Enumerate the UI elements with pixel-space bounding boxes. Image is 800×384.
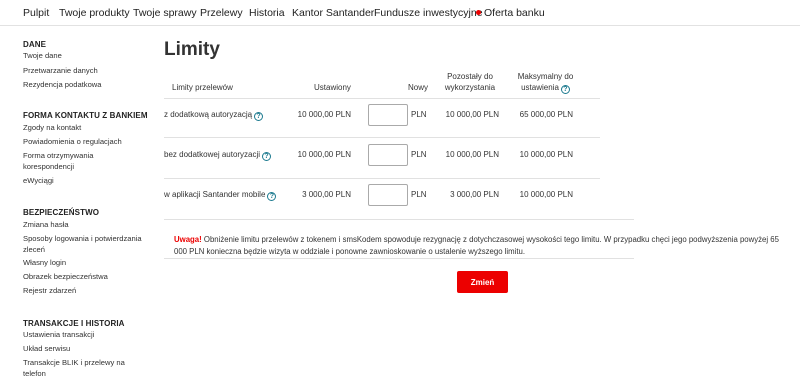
- sidebar-item-twoje-dane[interactable]: Twoje dane: [23, 51, 153, 62]
- nav-twoje-produkty[interactable]: Twoje produkty: [59, 7, 130, 19]
- main-content: Limity Limity przelewów Ustawiony Nowy P…: [150, 27, 800, 384]
- sidebar-item-obrazek-bezpieczenstwa[interactable]: Obrazek bezpieczeństwa: [23, 272, 153, 283]
- col-header-limit: Limity przelewów: [172, 83, 233, 92]
- sidebar: DANE Twoje dane Przetwarzanie danych Rez…: [0, 27, 150, 384]
- sidebar-item-wlasny-login[interactable]: Własny login: [23, 258, 153, 269]
- table-divider: [164, 258, 634, 259]
- row-remaining-value: 10 000,00 PLN: [445, 110, 499, 119]
- sidebar-heading-forma-kontaktu: FORMA KONTAKTU Z BANKIEM: [23, 111, 148, 120]
- sidebar-item-rezydencja-podatkowa[interactable]: Rezydencja podatkowa: [23, 80, 153, 91]
- currency-label: PLN: [411, 110, 427, 119]
- nav-oferta-banku-label: Oferta banku: [484, 7, 545, 19]
- warning-text: Obniżenie limitu przelewów z tokenem i s…: [174, 235, 779, 256]
- sidebar-heading-bezpieczenstwo: BEZPIECZEŃSTWO: [23, 208, 100, 217]
- page-title: Limity: [164, 39, 220, 60]
- question-circle-icon[interactable]: ?: [267, 192, 277, 201]
- sidebar-item-powiadomienia[interactable]: Powiadomienia o regulacjach: [23, 137, 153, 148]
- row-label: bez dodatkowej autoryzacji?: [164, 150, 272, 161]
- warning-message: Uwaga! Obniżenie limitu przelewów z toke…: [174, 234, 784, 258]
- row-remaining-value: 10 000,00 PLN: [445, 150, 499, 159]
- sidebar-item-przetwarzanie-danych[interactable]: Przetwarzanie danych: [23, 66, 153, 77]
- row-label-text: w aplikacji Santander mobile: [164, 190, 266, 199]
- warning-label: Uwaga!: [174, 235, 202, 244]
- sidebar-item-forma-korespondencji[interactable]: Forma otrzymywania korespondencji: [23, 151, 118, 172]
- nav-przelewy[interactable]: Przelewy: [200, 7, 243, 19]
- row-max-value: 65 000,00 PLN: [519, 110, 573, 119]
- submit-button[interactable]: Zmień: [457, 271, 508, 293]
- top-navigation: Pulpit Twoje produkty Twoje sprawy Przel…: [0, 0, 800, 26]
- row-set-value: 3 000,00 PLN: [302, 190, 351, 199]
- table-divider: [164, 219, 634, 220]
- nav-kantor-santander[interactable]: Kantor Santander: [292, 7, 374, 19]
- row-set-value: 10 000,00 PLN: [297, 150, 351, 159]
- row-remaining-value: 3 000,00 PLN: [450, 190, 499, 199]
- question-circle-icon[interactable]: ?: [262, 152, 272, 161]
- question-circle-icon[interactable]: ?: [254, 112, 264, 121]
- question-circle-icon[interactable]: ?: [560, 85, 570, 94]
- sidebar-heading-dane: DANE: [23, 40, 47, 49]
- nav-pulpit[interactable]: Pulpit: [23, 7, 49, 19]
- nav-oferta-banku[interactable]: Oferta banku: [476, 7, 545, 19]
- sidebar-item-sposoby-logowania[interactable]: Sposoby logowania i potwierdzania zleceń: [23, 234, 151, 255]
- nav-fundusze-inwestycyjne[interactable]: Fundusze inwestycyjne: [374, 7, 483, 19]
- table-divider: [164, 178, 600, 179]
- row-max-value: 10 000,00 PLN: [519, 190, 573, 199]
- new-limit-input[interactable]: [368, 144, 408, 166]
- new-limit-input[interactable]: [368, 104, 408, 126]
- currency-label: PLN: [411, 190, 427, 199]
- sidebar-item-zgody-na-kontakt[interactable]: Zgody na kontakt: [23, 123, 153, 134]
- table-divider: [164, 137, 600, 138]
- sidebar-item-ustawienia-transakcji[interactable]: Ustawienia transakcji: [23, 330, 153, 341]
- sidebar-heading-transakcje: TRANSAKCJE I HISTORIA: [23, 319, 125, 328]
- sidebar-item-uklad-serwisu[interactable]: Układ serwisu: [23, 344, 153, 355]
- currency-label: PLN: [411, 150, 427, 159]
- col-header-remaining: Pozostały do wykorzystania: [444, 72, 496, 92]
- col-header-new: Nowy: [408, 83, 429, 92]
- nav-historia[interactable]: Historia: [249, 7, 285, 19]
- sidebar-item-transakcje-blik[interactable]: Transakcje BLIK i przelewy na telefon: [23, 358, 131, 379]
- sidebar-item-zmiana-hasla[interactable]: Zmiana hasła: [23, 220, 153, 231]
- sidebar-item-rejestr-zdarzen[interactable]: Rejestr zdarzeń: [23, 286, 153, 297]
- col-header-set: Ustawiony: [314, 83, 351, 92]
- row-label: z dodatkową autoryzacją?: [164, 110, 264, 121]
- table-divider: [164, 98, 600, 99]
- new-limit-input[interactable]: [368, 184, 408, 206]
- red-dot-icon: [476, 10, 481, 15]
- row-label-text: z dodatkową autoryzacją: [164, 110, 253, 119]
- col-header-max: Maksymalny do ustawienia?: [508, 71, 583, 94]
- row-label-text: bez dodatkowej autoryzacji: [164, 150, 261, 159]
- sidebar-item-ewyciagi[interactable]: eWyciągi: [23, 176, 153, 187]
- row-label: w aplikacji Santander mobile?: [164, 190, 277, 201]
- row-max-value: 10 000,00 PLN: [519, 150, 573, 159]
- row-set-value: 10 000,00 PLN: [297, 110, 351, 119]
- nav-twoje-sprawy[interactable]: Twoje sprawy: [133, 7, 197, 19]
